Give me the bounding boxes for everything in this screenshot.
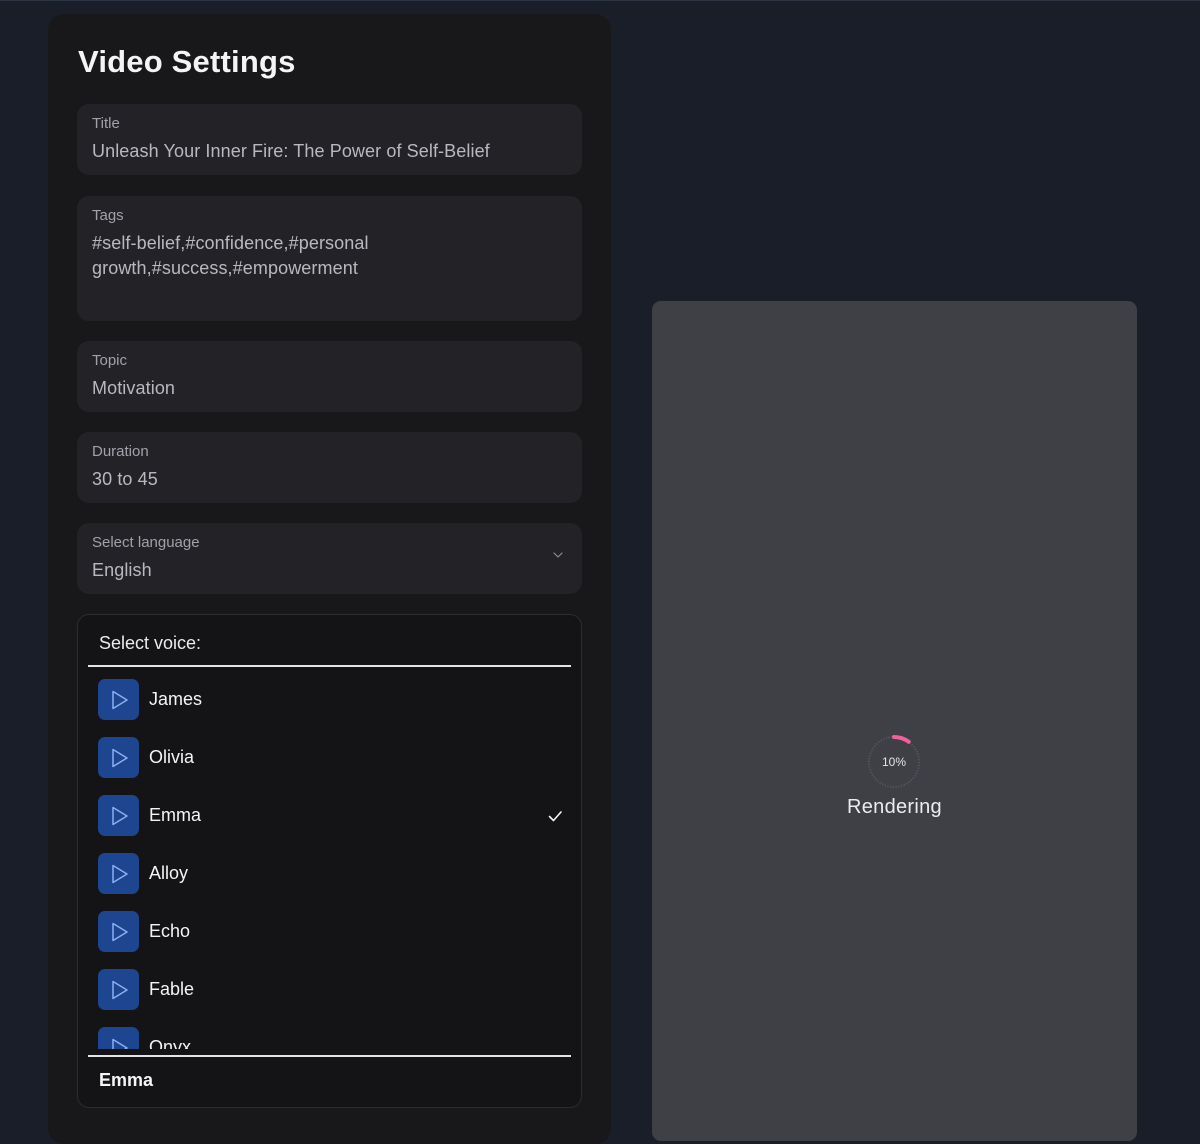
play-icon (111, 1038, 128, 1049)
voice-list[interactable]: James Olivia Emma Alloy Echo Fable Onyx (78, 667, 581, 1049)
voice-name: James (149, 689, 203, 709)
top-border (0, 0, 1200, 1)
voice-selector: Select voice: James Olivia Emma Alloy Ec… (77, 614, 582, 1108)
play-icon (111, 864, 128, 883)
chevron-down-icon (553, 552, 563, 558)
title-input[interactable]: Unleash Your Inner Fire: The Power of Se… (92, 139, 567, 164)
duration-label: Duration (92, 443, 149, 460)
check-icon (548, 811, 562, 822)
language-label: Select language (92, 534, 200, 551)
tags-field[interactable]: Tags #self-belief,#confidence,#personal … (77, 196, 582, 321)
play-button[interactable] (98, 795, 139, 836)
voice-name: Emma (149, 805, 202, 825)
voice-item-fable[interactable]: Fable (98, 969, 563, 1011)
duration-input[interactable]: 30 to 45 (92, 467, 567, 492)
play-icon (111, 922, 128, 941)
voice-item-olivia[interactable]: Olivia (98, 737, 563, 779)
voice-item-alloy[interactable]: Alloy (98, 853, 563, 895)
voice-name: Alloy (149, 863, 189, 883)
play-icon (111, 748, 128, 767)
voice-name: Olivia (149, 747, 195, 767)
video-preview: 10% Rendering (652, 301, 1137, 1141)
play-button[interactable] (98, 853, 139, 894)
language-select[interactable]: Select language English (77, 523, 582, 594)
play-icon (111, 980, 128, 999)
voice-name: Onyx (149, 1037, 192, 1049)
progress-percent: 10% (881, 755, 907, 769)
voice-item-james[interactable]: James (98, 679, 563, 721)
voice-item-emma[interactable]: Emma (98, 795, 563, 837)
voice-name: Fable (149, 979, 195, 999)
tags-textarea[interactable]: #self-belief,#confidence,#personal growt… (92, 231, 402, 281)
voice-item-onyx[interactable]: Onyx (98, 1027, 563, 1049)
play-icon (111, 690, 128, 709)
topic-input[interactable]: Motivation (92, 376, 567, 401)
play-button[interactable] (98, 911, 139, 952)
duration-field[interactable]: Duration 30 to 45 (77, 432, 582, 503)
play-button[interactable] (98, 737, 139, 778)
play-button[interactable] (98, 1027, 139, 1049)
tags-label: Tags (92, 207, 124, 224)
play-icon (111, 806, 128, 825)
render-status: Rendering (847, 796, 942, 818)
voice-item-echo[interactable]: Echo (98, 911, 563, 953)
play-button[interactable] (98, 679, 139, 720)
topic-field[interactable]: Topic Motivation (77, 341, 582, 412)
language-value: English (92, 560, 152, 580)
voice-selector-title: Select voice: (99, 633, 202, 653)
selected-voice-label: Emma (99, 1070, 154, 1090)
play-button[interactable] (98, 969, 139, 1010)
title-label: Title (92, 115, 120, 132)
title-field[interactable]: Title Unleash Your Inner Fire: The Power… (77, 104, 582, 175)
video-settings-panel: Video Settings Title Unleash Your Inner … (48, 14, 611, 1144)
topic-label: Topic (92, 352, 128, 369)
voice-name: Echo (149, 921, 191, 941)
voice-divider-bottom (88, 1055, 571, 1057)
panel-heading: Video Settings (78, 44, 296, 79)
render-progress-spinner: 10% (867, 735, 921, 789)
